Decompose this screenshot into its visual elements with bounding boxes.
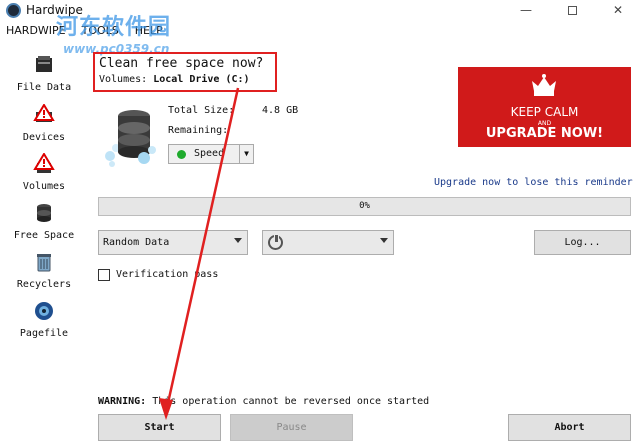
watermark-text: 河东软件园 — [56, 15, 172, 40]
total-size-value: 4.8 GB — [262, 105, 299, 116]
wipe-method-select[interactable]: Random Data — [98, 230, 248, 255]
sidebar-item-free-space[interactable]: Free Space — [0, 202, 88, 241]
upgrade-banner[interactable]: KEEP CALM AND UPGRADE NOW! — [458, 67, 631, 147]
header-box: Clean free space now? Volumes: Local Dri… — [93, 52, 277, 92]
sidebar-item-file-data[interactable]: File Data — [0, 54, 88, 93]
minimize-button[interactable]: — — [503, 0, 549, 22]
verification-label: Verification pass — [116, 269, 219, 280]
log-button[interactable]: Log... — [534, 230, 631, 255]
app-icon — [6, 3, 21, 18]
chevron-down-icon: ▼ — [239, 145, 253, 163]
verification-checkbox[interactable] — [98, 269, 110, 281]
maximize-icon — [567, 6, 577, 15]
volumes-line: Volumes: Local Drive (C:) — [99, 74, 250, 85]
volumes-icon — [33, 152, 55, 173]
pagefile-icon — [35, 302, 53, 320]
speed-select[interactable]: Speed ▼ — [168, 144, 254, 164]
close-button[interactable]: ✕ — [595, 0, 641, 22]
drive-stack-icon — [105, 110, 156, 167]
sidebar-item-recyclers[interactable]: Recyclers — [0, 251, 88, 290]
page-title: Clean free space now? — [99, 56, 264, 71]
power-icon — [268, 234, 283, 250]
power-action-select[interactable] — [262, 230, 394, 255]
chevron-down-icon — [380, 238, 388, 243]
warning-text: WARNING: This operation cannot be revers… — [98, 396, 430, 407]
volume-name: Local Drive (C:) — [153, 74, 250, 85]
progress-label: 0% — [359, 201, 370, 211]
progress-bar: 0% — [98, 197, 631, 216]
pause-button[interactable]: Pause — [230, 414, 353, 441]
sidebar-item-devices[interactable]: Devices — [0, 103, 88, 143]
total-size-label: Total Size: — [168, 105, 235, 116]
chevron-down-icon — [234, 238, 242, 243]
sidebar-item-pagefile[interactable]: Pagefile — [0, 300, 88, 339]
upgrade-link[interactable]: Upgrade now to lose this reminder — [434, 177, 633, 188]
start-button[interactable]: Start — [98, 414, 221, 441]
file-data-icon — [36, 56, 52, 72]
sidebar-item-volumes[interactable]: Volumes — [0, 152, 88, 192]
remaining-label: Remaining: — [168, 125, 229, 136]
free-space-icon — [37, 204, 51, 222]
status-dot-icon — [177, 150, 186, 159]
abort-button[interactable]: Abort — [508, 414, 631, 441]
crown-icon — [532, 74, 556, 96]
recycler-icon — [37, 254, 51, 272]
maximize-button[interactable] — [549, 0, 595, 22]
devices-icon — [33, 103, 55, 122]
